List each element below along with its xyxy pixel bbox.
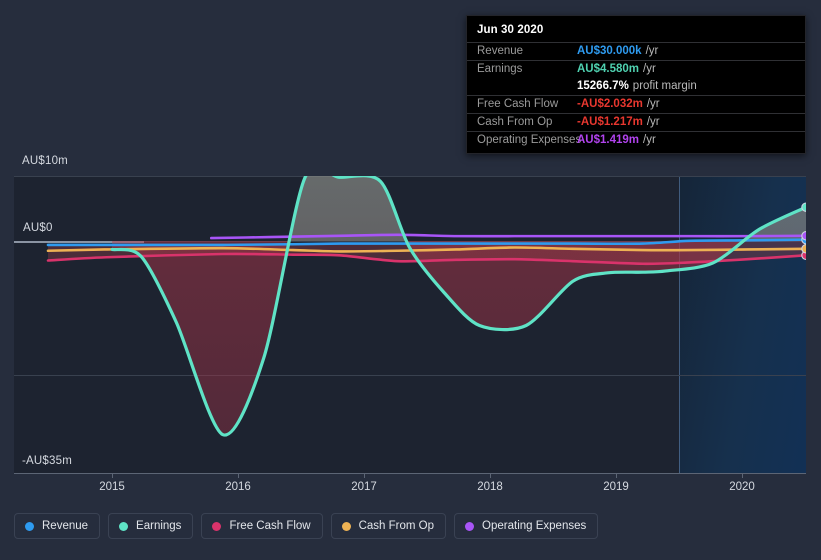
tooltip-row-unit: profit margin: [632, 80, 697, 92]
tooltip-row-key: Free Cash Flow: [477, 98, 559, 110]
tooltip-row: 15266.7% profit margin: [467, 78, 805, 95]
legend: Revenue Earnings Free Cash Flow Cash From O…: [14, 513, 599, 539]
tooltip-row: Cash From Op -AU$1.217m/yr: [467, 113, 805, 131]
tooltip-row-value: AU$30.000k: [577, 45, 642, 57]
tooltip-rows: Revenue AU$30.000k/yr Earnings AU$4.580m/yr…: [467, 42, 805, 149]
legend-item-label: Cash From Op: [358, 520, 435, 532]
tooltip-row-value: -AU$2.032m: [577, 98, 643, 110]
tooltip-row: Operating Expenses AU$1.419m/yr: [467, 131, 805, 149]
legend-color-dot-icon: [465, 521, 475, 531]
tooltip-row-unit: /yr: [643, 63, 656, 75]
legend-item-operating-expenses[interactable]: Operating Expenses: [454, 513, 599, 539]
legend-color-dot-icon: [119, 521, 129, 531]
tooltip-date: Jun 30 2020: [477, 24, 544, 36]
tooltip-row: Earnings AU$4.580m/yr: [467, 60, 805, 78]
tooltip-panel: Jun 30 2020 Revenue AU$30.000k/yr Earnings…: [466, 15, 806, 154]
legend-item-label: Revenue: [42, 520, 89, 532]
financial-chart: AU$10m AU$0 -AU$35m 2015 2016 2017 2018 …: [0, 0, 821, 560]
tooltip-row-unit: /yr: [646, 98, 660, 110]
legend-item-revenue[interactable]: Revenue: [14, 513, 101, 539]
series-endpoint-dot: [801, 231, 806, 241]
tooltip-row-unit: /yr: [646, 116, 660, 128]
legend-color-dot-icon: [25, 521, 34, 531]
series-endpoint-dot: [801, 202, 806, 212]
legend-item-cash-from-op[interactable]: Cash From Op: [330, 513, 447, 539]
legend-color-dot-icon: [341, 521, 351, 531]
tooltip-row-value: AU$4.580m: [577, 63, 640, 75]
legend-item-free-cash-flow[interactable]: Free Cash Flow: [201, 513, 323, 539]
tooltip-bottom-pad: [467, 149, 805, 153]
tooltip-row: Free Cash Flow -AU$2.032m/yr: [467, 95, 805, 113]
tooltip-row-unit: /yr: [645, 45, 659, 57]
tooltip-row-key: Revenue: [477, 45, 524, 57]
legend-item-label: Earnings: [136, 520, 182, 532]
legend-item-label: Operating Expenses: [482, 520, 587, 532]
tooltip-row-unit: /yr: [643, 134, 656, 146]
tooltip-row-key: Cash From Op: [477, 116, 553, 128]
series-endpoint-dot: [801, 244, 806, 254]
tooltip-row-key: Earnings: [477, 63, 523, 75]
legend-item-earnings[interactable]: Earnings: [108, 513, 194, 539]
tooltip-row-key: Operating Expenses: [477, 134, 582, 146]
tooltip-row-value: -AU$1.217m: [577, 116, 643, 128]
legend-item-label: Free Cash Flow: [229, 520, 311, 532]
tooltip-row-value: AU$1.419m: [577, 134, 640, 146]
legend-color-dot-icon: [212, 521, 222, 531]
tooltip-row: Revenue AU$30.000k/yr: [467, 42, 805, 60]
tooltip-row-value: 15266.7%: [577, 80, 629, 92]
